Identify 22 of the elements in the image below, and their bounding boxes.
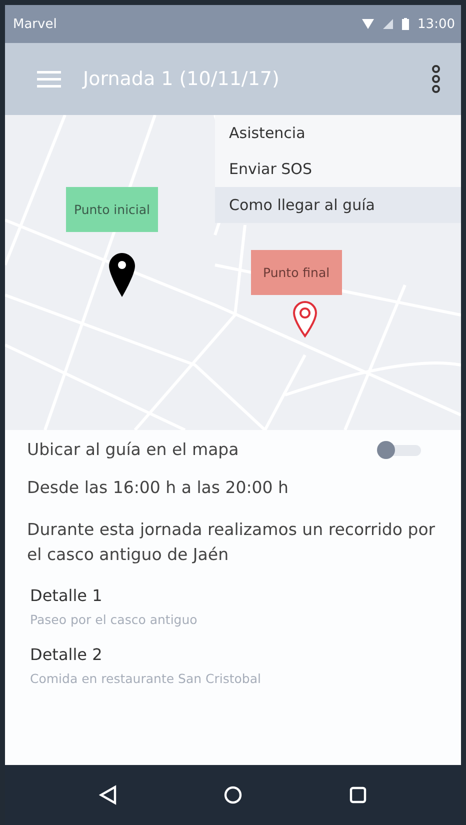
toggle-switch[interactable] — [377, 442, 421, 458]
map-pin-icon — [109, 253, 135, 297]
detail-title: Detalle 1 — [30, 586, 104, 605]
marker-label: Punto final — [251, 250, 342, 295]
detail-subtitle: Comida en restaurante San Cristobal — [30, 670, 262, 686]
menu-item[interactable]: Enviar SOS — [215, 151, 461, 187]
menu-item[interactable]: Como llegar al guía — [215, 187, 461, 223]
signal-icon — [382, 19, 393, 29]
marker-label: Punto inicial — [66, 187, 158, 232]
wifi-icon — [362, 19, 374, 29]
schedule-text: Desde las 16:00 h a las 20:00 h — [27, 477, 290, 499]
description-text: Durante esta jornada realizamos un recorrido por el casco antiguo de Jaén — [27, 518, 436, 566]
toggle-label: Ubicar al guía en el mapa — [27, 440, 239, 459]
map-pin-icon — [292, 300, 318, 338]
detail-title: Detalle 2 — [30, 644, 104, 664]
screen-title: Jornada 1 (10/11/17) — [83, 68, 280, 90]
carrier-name: Marvel — [13, 16, 57, 32]
menu-item[interactable]: Asistencia — [215, 115, 461, 151]
detail-subtitle: Paseo por el casco antiguo — [30, 612, 198, 627]
battery-icon — [402, 18, 409, 30]
clock-time: 13:00 — [418, 16, 455, 32]
more-options-button[interactable] — [431, 65, 441, 93]
